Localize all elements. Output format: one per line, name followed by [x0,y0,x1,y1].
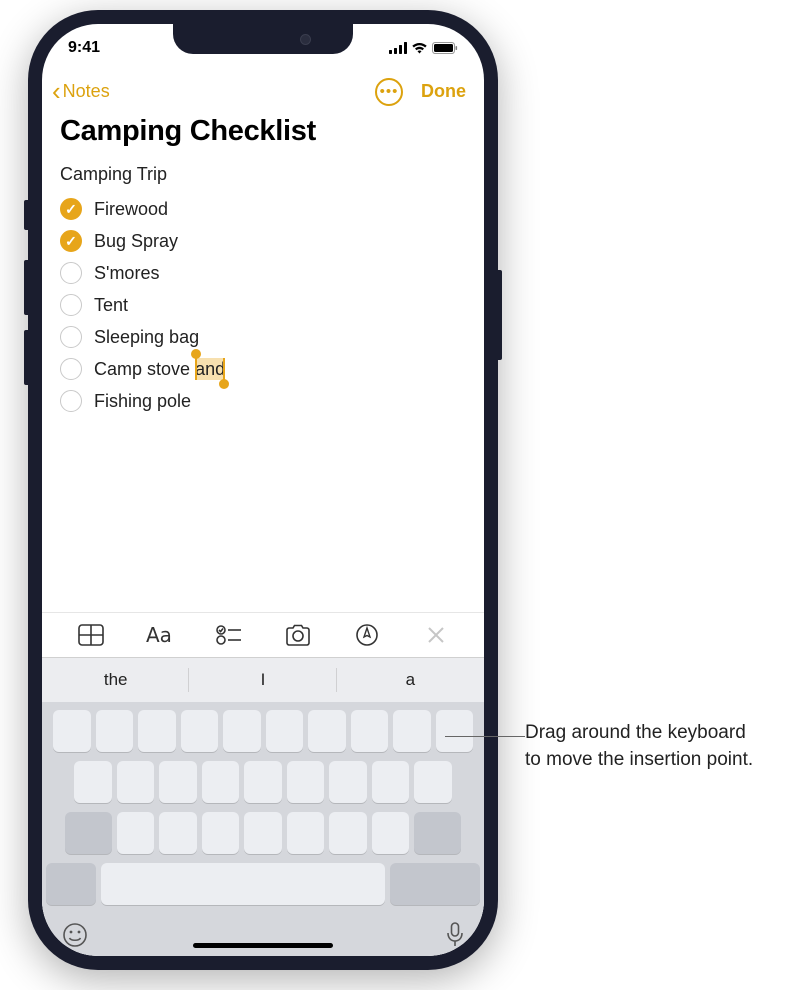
key-backspace[interactable] [414,812,461,854]
key-blank[interactable] [329,812,367,854]
key-shift[interactable] [65,812,112,854]
list-heading: Camping Trip [60,164,466,185]
ellipsis-icon: ••• [380,83,399,100]
done-button[interactable]: Done [421,81,466,102]
status-time: 9:41 [68,39,100,57]
key-blank[interactable] [329,761,367,803]
battery-icon [432,42,458,54]
checklist-item-label: Tent [94,295,128,316]
key-blank[interactable] [159,761,197,803]
wifi-icon [411,42,428,54]
checkbox-unchecked[interactable] [60,262,82,284]
cellular-icon [389,42,407,54]
checklist-item[interactable]: Firewood [60,193,466,225]
checklist-icon[interactable] [209,624,249,646]
key-blank[interactable] [202,812,240,854]
key-123[interactable] [46,863,96,905]
status-icons [389,42,458,54]
checklist-item-label: S'mores [94,263,159,284]
key-blank[interactable] [117,812,155,854]
key-blank[interactable] [244,761,282,803]
selection-handle-end[interactable] [219,379,229,389]
format-toolbar: Aa [42,612,484,658]
key-space[interactable] [101,863,385,905]
page-title: Camping Checklist [42,115,484,164]
nav-bar: ‹ Notes ••• Done [42,72,484,115]
key-blank[interactable] [138,710,176,752]
key-blank[interactable] [96,710,134,752]
svg-text:Aa: Aa [146,624,172,646]
key-blank[interactable] [393,710,431,752]
checklist-item-label: Bug Spray [94,231,178,252]
camera-icon[interactable] [278,624,318,646]
chevron-left-icon: ‹ [52,76,61,107]
checklist-item-label: Firewood [94,199,168,220]
key-blank[interactable] [351,710,389,752]
table-icon[interactable] [71,624,111,646]
key-return[interactable] [390,863,480,905]
key-blank[interactable] [308,710,346,752]
key-blank[interactable] [159,812,197,854]
more-button[interactable]: ••• [375,78,403,106]
checklist-item[interactable]: Camp stove and [60,353,466,385]
key-blank[interactable] [287,761,325,803]
checkbox-unchecked[interactable] [60,390,82,412]
checklist-item[interactable]: Sleeping bag [60,321,466,353]
quicktype-suggestion[interactable]: I [189,658,336,702]
checklist-item[interactable]: Bug Spray [60,225,466,257]
keyboard-trackpad[interactable] [42,702,484,956]
callout-text: Drag around the keyboard to move the ins… [525,720,755,773]
dictation-icon[interactable] [446,922,464,948]
key-blank[interactable] [202,761,240,803]
key-blank[interactable] [244,812,282,854]
checklist-item-label: Fishing pole [94,391,191,412]
callout-line [445,736,525,737]
checklist-item[interactable]: Tent [60,289,466,321]
key-blank[interactable] [181,710,219,752]
checklist-item[interactable]: S'mores [60,257,466,289]
close-toolbar-icon[interactable] [416,626,456,644]
markup-icon[interactable] [347,623,387,647]
checklist-item[interactable]: Fishing pole [60,385,466,417]
note-body[interactable]: Camping Trip Firewood Bug Spray S'mores … [42,164,484,417]
emoji-icon[interactable] [62,922,88,948]
key-blank[interactable] [372,812,410,854]
checklist-item-label: Camp stove and [94,359,225,380]
notch [173,24,353,54]
text-format-icon[interactable]: Aa [140,624,180,646]
checklist-item-label: Sleeping bag [94,327,199,348]
text-selection[interactable]: and [195,358,225,380]
checkbox-checked[interactable] [60,198,82,220]
quicktype-suggestion[interactable]: a [337,658,484,702]
home-indicator[interactable] [193,943,333,948]
key-blank[interactable] [74,761,112,803]
key-blank[interactable] [414,761,452,803]
key-blank[interactable] [223,710,261,752]
key-blank[interactable] [436,710,474,752]
key-blank[interactable] [372,761,410,803]
keyboard-area: Aa the I [42,612,484,956]
quicktype-suggestion[interactable]: the [42,658,189,702]
checkbox-checked[interactable] [60,230,82,252]
screen: 9:41 ‹ Notes ••• Done Camping Checkli [42,24,484,956]
key-blank[interactable] [266,710,304,752]
quicktype-bar: the I a [42,658,484,702]
phone-frame: 9:41 ‹ Notes ••• Done Camping Checkli [28,10,498,970]
checkbox-unchecked[interactable] [60,294,82,316]
back-label: Notes [63,81,110,102]
key-blank[interactable] [287,812,325,854]
checkbox-unchecked[interactable] [60,326,82,348]
key-blank[interactable] [117,761,155,803]
back-button[interactable]: ‹ Notes [52,76,110,107]
key-blank[interactable] [53,710,91,752]
checkbox-unchecked[interactable] [60,358,82,380]
